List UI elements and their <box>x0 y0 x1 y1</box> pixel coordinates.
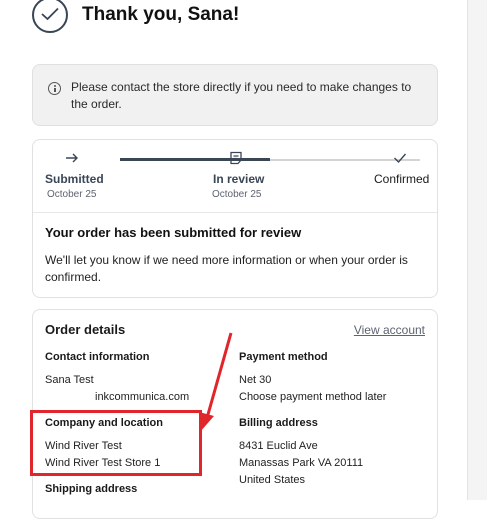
annotation-arrow <box>199 332 233 432</box>
